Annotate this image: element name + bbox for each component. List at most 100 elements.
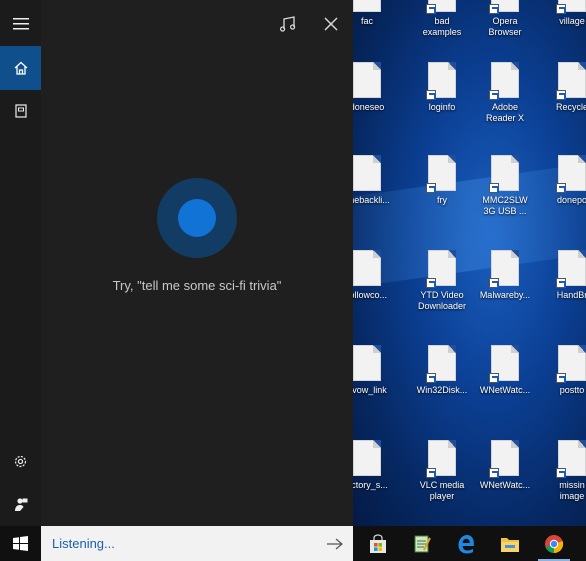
desktop-icon-label: Win32Disk... — [416, 385, 468, 395]
shortcut-arrow-icon — [489, 90, 499, 100]
shortcut-arrow-icon — [426, 90, 436, 100]
arrow-right-icon — [327, 538, 343, 550]
desktop-icon-label: HandBr — [556, 290, 586, 300]
desktop-icon-label: donepo — [556, 195, 586, 205]
cortana-orb-core — [178, 199, 216, 237]
shortcut-arrow-icon — [426, 4, 436, 14]
file-icon — [556, 62, 586, 100]
file-icon — [426, 155, 458, 193]
home-button[interactable] — [0, 46, 41, 90]
chrome-icon — [545, 534, 564, 553]
shortcut-arrow-icon — [556, 278, 566, 288]
desktop-icon-label: postto — [559, 385, 585, 395]
feedback-button[interactable] — [0, 482, 41, 526]
desktop-icon[interactable]: YTD Video Downloader — [408, 250, 476, 312]
desktop-icon[interactable]: ectory_s... — [353, 440, 401, 491]
feedback-icon — [14, 497, 27, 511]
shortcut-arrow-icon — [556, 4, 566, 14]
desktop: fac bad examples Opera Browser village dones… — [353, 0, 586, 526]
shortcut-arrow-icon — [426, 468, 436, 478]
shortcut-arrow-icon — [489, 278, 499, 288]
taskbar-chrome[interactable] — [532, 526, 576, 561]
file-icon — [489, 62, 521, 100]
notebook-button[interactable] — [0, 89, 41, 133]
file-icon — [353, 440, 383, 478]
shortcut-arrow-icon — [556, 90, 566, 100]
taskbar-edge[interactable] — [444, 526, 488, 561]
desktop-icon[interactable]: Opera Browser — [471, 0, 539, 38]
taskbar-notepad[interactable] — [400, 526, 444, 561]
desktop-icon[interactable]: fac — [353, 0, 401, 27]
desktop-icon[interactable]: avow_link — [353, 345, 401, 396]
hamburger-menu-icon — [12, 18, 29, 30]
desktop-icon-label: WNetWatc... — [479, 385, 531, 395]
shortcut-arrow-icon — [489, 468, 499, 478]
desktop-icon[interactable]: fry — [408, 155, 476, 206]
cortana-panel: Try, "tell me some sci-fi trivia" — [41, 0, 353, 526]
desktop-icon[interactable]: VLC media player — [408, 440, 476, 502]
desktop-icon[interactable]: HandBr — [538, 250, 586, 301]
shortcut-arrow-icon — [489, 373, 499, 383]
music-note-icon — [279, 16, 296, 32]
close-button[interactable] — [318, 11, 344, 37]
desktop-icon[interactable]: Adobe Reader X — [471, 62, 539, 124]
desktop-icon-label: avow_link — [353, 385, 387, 395]
desktop-icon-label: Adobe Reader X — [485, 102, 525, 123]
music-recognition-button[interactable] — [275, 11, 301, 37]
desktop-icon-label: WNetWatc... — [479, 480, 531, 490]
shortcut-arrow-icon — [489, 183, 499, 193]
shortcut-arrow-icon — [489, 4, 499, 14]
desktop-icon[interactable]: Win32Disk... — [408, 345, 476, 396]
shortcut-arrow-icon — [556, 373, 566, 383]
shortcut-arrow-icon — [556, 183, 566, 193]
file-icon — [556, 440, 586, 478]
cortana-listening-orb[interactable] — [157, 178, 237, 258]
settings-button[interactable] — [0, 439, 41, 483]
desktop-icon[interactable]: missin image — [538, 440, 586, 502]
desktop-icon[interactable]: Recycle — [538, 62, 586, 113]
cortana-search-box[interactable]: Listening... — [41, 526, 353, 561]
file-icon — [426, 345, 458, 383]
start-button[interactable] — [0, 526, 41, 561]
file-icon — [556, 250, 586, 288]
submit-button[interactable] — [325, 534, 345, 554]
file-icon — [426, 250, 458, 288]
desktop-icon[interactable]: bad examples — [408, 0, 476, 38]
desktop-icon[interactable]: doneseo — [353, 62, 401, 113]
hamburger-menu-button[interactable] — [0, 2, 41, 46]
desktop-icon[interactable]: WNetWatc... — [471, 440, 539, 491]
cortana-hint-text: Try, "tell me some sci-fi trivia" — [112, 278, 282, 293]
file-icon — [556, 155, 586, 193]
desktop-icon-label: missin image — [559, 480, 585, 501]
notepad-icon — [414, 535, 431, 552]
taskbar: Listening... — [0, 526, 586, 561]
desktop-icon-label: YTD Video Downloader — [417, 290, 467, 311]
file-explorer-icon — [501, 537, 519, 552]
listening-status: Listening... — [52, 536, 115, 551]
desktop-icon[interactable]: postto — [538, 345, 586, 396]
desktop-icon[interactable]: MMC2SLW 3G USB ... — [471, 155, 539, 217]
desktop-icon[interactable]: WNetWatc... — [471, 345, 539, 396]
file-icon — [353, 250, 383, 288]
desktop-icon[interactable]: Malwareby... — [471, 250, 539, 301]
file-icon — [353, 0, 383, 14]
desktop-icon-label: Opera Browser — [488, 16, 522, 37]
file-icon — [489, 250, 521, 288]
desktop-icon-label: Recycle — [555, 102, 586, 112]
desktop-icon-label: village — [559, 16, 585, 26]
desktop-icon[interactable]: onebackli... — [353, 155, 401, 206]
desktop-icon-label: Malwareby... — [479, 290, 531, 300]
desktop-icon[interactable]: donepo — [538, 155, 586, 206]
taskbar-file-explorer[interactable] — [488, 526, 532, 561]
desktop-icon[interactable]: followco... — [353, 250, 401, 301]
shortcut-arrow-icon — [556, 468, 566, 478]
desktop-icon-label: loginfo — [428, 102, 456, 112]
desktop-icon-label: fry — [437, 195, 447, 205]
taskbar-store[interactable] — [356, 526, 400, 561]
desktop-icon-label: fac — [360, 16, 373, 26]
file-icon — [353, 345, 383, 383]
close-icon — [324, 17, 338, 31]
desktop-icon[interactable]: loginfo — [408, 62, 476, 113]
desktop-icon[interactable]: village — [538, 0, 586, 27]
cortana-rail — [0, 0, 41, 526]
